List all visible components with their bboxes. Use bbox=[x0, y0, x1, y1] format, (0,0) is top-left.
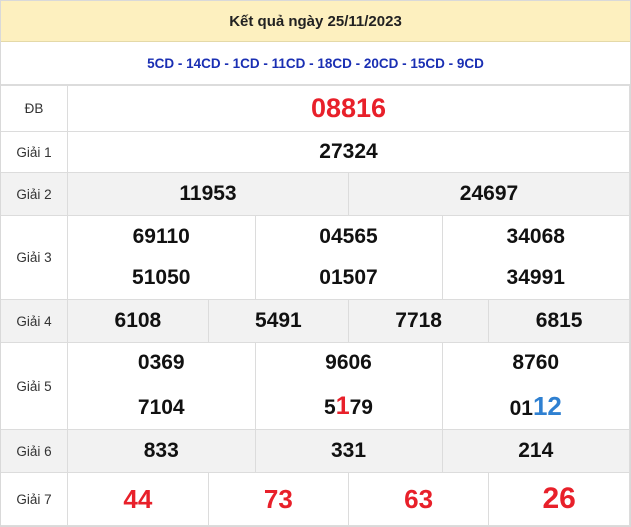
prize-g5-2: 9606 bbox=[254, 343, 443, 383]
prize-g1: 27324 bbox=[67, 131, 630, 173]
prize-g5-1: 0369 bbox=[68, 343, 256, 383]
prize-g2-1: 11953 bbox=[68, 173, 349, 215]
highlight-digits: 12 bbox=[532, 390, 562, 421]
prize-g5-6: 0112 bbox=[441, 383, 629, 429]
row-g5: Giải 5 0369 9606 8760 7104 5179 0112 bbox=[1, 342, 630, 430]
highlight-digit: 1 bbox=[335, 391, 350, 420]
prize-db: 08816 bbox=[67, 85, 630, 132]
results-panel: Kết quả ngày 25/11/2023 5CD - 14CD - 1CD… bbox=[0, 0, 631, 527]
prize-g3-4: 51050 bbox=[68, 257, 256, 299]
results-title: Kết quả ngày 25/11/2023 bbox=[229, 12, 402, 30]
prize-g5-3: 8760 bbox=[441, 343, 629, 383]
prize-g4-2: 5491 bbox=[207, 300, 350, 342]
prize-g3-3: 34068 bbox=[441, 216, 629, 257]
prize-g5-5: 5179 bbox=[254, 383, 443, 429]
prize-g7-3: 63 bbox=[347, 473, 490, 525]
row-g6: Giải 6 833 331 214 bbox=[1, 429, 630, 473]
label-db: ĐB bbox=[1, 85, 68, 132]
prize-g5-4: 7104 bbox=[68, 383, 256, 429]
special-codes: 5CD - 14CD - 1CD - 11CD - 18CD - 20CD - … bbox=[1, 42, 630, 85]
prize-g6-3: 214 bbox=[441, 430, 629, 472]
label-g2: Giải 2 bbox=[1, 172, 68, 216]
prize-g4-4: 6815 bbox=[488, 300, 629, 342]
row-db: ĐB 08816 bbox=[1, 85, 630, 132]
label-g4: Giải 4 bbox=[1, 299, 68, 343]
row-g3: Giải 3 69110 04565 34068 51050 01507 349… bbox=[1, 215, 630, 300]
results-table: ĐB 08816 Giải 1 27324 Giải 2 11953 24697… bbox=[1, 85, 630, 526]
prize-g3-5: 01507 bbox=[254, 257, 443, 299]
row-g4: Giải 4 6108 5491 7718 6815 bbox=[1, 299, 630, 343]
prize-g3-2: 04565 bbox=[254, 216, 443, 257]
row-g7: Giải 7 44 73 63 26 bbox=[1, 472, 630, 526]
prize-g6-2: 331 bbox=[254, 430, 443, 472]
prize-g7-4: 26 bbox=[488, 473, 629, 525]
prize-g3-6: 34991 bbox=[441, 257, 629, 299]
label-g6: Giải 6 bbox=[1, 429, 68, 473]
label-g7: Giải 7 bbox=[1, 472, 68, 526]
label-g1: Giải 1 bbox=[1, 131, 68, 173]
prize-g3-1: 69110 bbox=[68, 216, 256, 257]
row-g2: Giải 2 11953 24697 bbox=[1, 172, 630, 216]
prize-g2-2: 24697 bbox=[348, 173, 629, 215]
prize-g6-1: 833 bbox=[68, 430, 256, 472]
row-g1: Giải 1 27324 bbox=[1, 131, 630, 173]
prize-g7-2: 73 bbox=[207, 473, 350, 525]
label-g5: Giải 5 bbox=[1, 342, 68, 430]
prize-g4-3: 7718 bbox=[347, 300, 490, 342]
label-g3: Giải 3 bbox=[1, 215, 68, 300]
prize-g4-1: 6108 bbox=[68, 300, 209, 342]
results-header: Kết quả ngày 25/11/2023 bbox=[1, 1, 630, 42]
prize-g7-1: 44 bbox=[68, 473, 209, 525]
